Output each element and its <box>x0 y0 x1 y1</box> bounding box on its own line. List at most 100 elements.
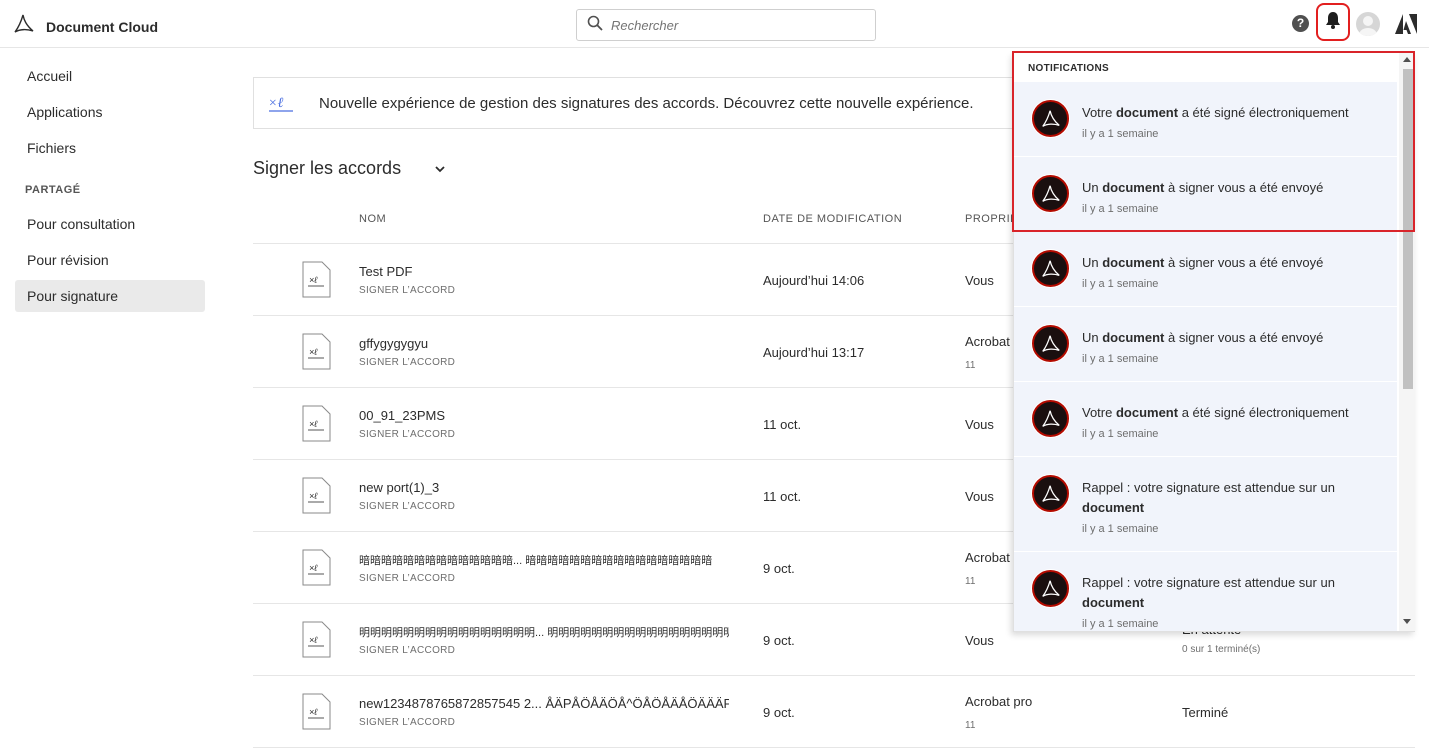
notification-text: Rappel : votre signature est attendue su… <box>1082 478 1342 518</box>
sidebar-item-accueil[interactable]: Accueil <box>15 60 205 92</box>
banner-text: Nouvelle expérience de gestion des signa… <box>319 95 974 112</box>
row-date: 9 oct. <box>763 561 795 576</box>
notification-item[interactable]: Rappel : votre signature est attendue su… <box>1014 552 1397 631</box>
column-header-date[interactable]: DATE DE MODIFICATION <box>763 213 902 225</box>
row-name: gffygygygyu <box>359 336 429 351</box>
notification-time: il y a 1 semaine <box>1082 278 1159 290</box>
row-type: SIGNER L’ACCORD <box>359 573 456 584</box>
notification-time: il y a 1 semaine <box>1082 618 1159 630</box>
svg-text:×ℓ: ×ℓ <box>309 491 317 501</box>
notification-text-post: à signer vous a été envoyé <box>1164 180 1324 195</box>
notification-text-post: à signer vous a été envoyé <box>1164 330 1324 345</box>
sign-file-icon: ×ℓ <box>302 693 331 730</box>
sign-file-icon: ×ℓ <box>302 405 331 442</box>
notification-item[interactable]: Rappel : votre signature est attendue su… <box>1014 457 1397 552</box>
acrobat-icon <box>1031 569 1070 608</box>
acrobat-icon <box>1031 324 1070 363</box>
row-type: SIGNER L’ACCORD <box>359 645 456 656</box>
notification-text-bold: document <box>1082 500 1145 515</box>
row-name: 明明明明明明明明明明明明明明明明... 明明明明明明明明明明明明明明明明明 <box>359 627 729 639</box>
row-owner-version: 11 <box>965 720 976 731</box>
notification-text-pre: Votre <box>1082 405 1116 420</box>
row-owner-version: 11 <box>965 576 976 587</box>
section-title-label: Signer les accords <box>253 158 402 178</box>
notification-text-bold: document <box>1115 105 1179 120</box>
svg-text:×ℓ: ×ℓ <box>309 635 317 645</box>
notification-item[interactable]: Un document à signer vous a été envoyé i… <box>1014 307 1397 382</box>
adobe-icon[interactable] <box>1395 14 1417 39</box>
app-logo[interactable]: Document Cloud <box>12 12 158 41</box>
info-banner[interactable]: ×ℓ Nouvelle expérience de gestion des si… <box>253 77 1053 129</box>
scroll-down-icon[interactable] <box>1403 619 1411 624</box>
avatar-icon[interactable] <box>1356 12 1380 36</box>
notification-text-pre: Rappel : votre signature est attendue su… <box>1082 575 1335 590</box>
notification-text: Votre document a été signé électroniquem… <box>1082 103 1382 123</box>
notification-text-post: à signer vous a été envoyé <box>1164 255 1324 270</box>
row-type: SIGNER L’ACCORD <box>359 429 456 440</box>
search-box[interactable] <box>576 9 876 41</box>
sidebar-item-fichiers[interactable]: Fichiers <box>15 132 205 164</box>
scroll-thumb[interactable] <box>1403 69 1413 389</box>
acrobat-icon <box>1031 99 1070 138</box>
notification-item[interactable]: Un document à signer vous a été envoyé i… <box>1014 232 1397 307</box>
notification-text: Un document à signer vous a été envoyé <box>1082 253 1382 273</box>
row-date: Aujourd’hui 14:06 <box>763 273 865 288</box>
notification-item[interactable]: Votre document a été signé électroniquem… <box>1014 82 1397 157</box>
sign-file-icon: ×ℓ <box>302 261 331 298</box>
notification-text-pre: Rappel : votre signature est attendue su… <box>1082 480 1335 495</box>
scroll-up-icon[interactable] <box>1403 57 1411 62</box>
sidebar-item-revision[interactable]: Pour révision <box>15 244 205 276</box>
row-owner: Vous <box>965 489 994 504</box>
column-header-name[interactable]: NOM <box>359 213 386 225</box>
acrobat-logo-icon <box>12 12 36 41</box>
svg-text:×ℓ: ×ℓ <box>268 96 283 111</box>
notification-item[interactable]: Votre document a été signé électroniquem… <box>1014 382 1397 457</box>
svg-text:×ℓ: ×ℓ <box>309 275 317 285</box>
acrobat-icon <box>1031 474 1070 513</box>
notifications-scrollbar[interactable] <box>1399 53 1415 631</box>
sign-icon: ×ℓ <box>268 92 294 119</box>
sidebar-item-applications[interactable]: Applications <box>15 96 205 128</box>
notification-text: Un document à signer vous a été envoyé <box>1082 178 1382 198</box>
row-owner: Acrobat pro <box>965 694 1033 709</box>
row-date: 11 oct. <box>763 417 802 432</box>
notification-text-pre: Votre <box>1082 105 1116 120</box>
notification-text-pre: Un <box>1082 180 1103 195</box>
row-name: new port(1)_3 <box>359 480 440 495</box>
row-name: 00_91_23PMS <box>359 408 446 423</box>
search-icon <box>587 15 603 36</box>
search-input[interactable] <box>611 17 861 33</box>
svg-text:×ℓ: ×ℓ <box>309 347 317 357</box>
bell-icon <box>1325 11 1341 34</box>
help-icon[interactable]: ? <box>1292 15 1309 32</box>
chevron-down-icon[interactable] <box>433 162 447 181</box>
notification-text-bold: document <box>1082 595 1145 610</box>
row-date: 9 oct. <box>763 705 795 720</box>
notification-text-bold: document <box>1102 180 1165 195</box>
row-owner: Acrobat <box>965 550 1010 565</box>
sidebar-item-signature[interactable]: Pour signature <box>15 280 205 312</box>
notification-text-pre: Un <box>1082 255 1103 270</box>
row-name: Test PDF <box>359 264 413 279</box>
acrobat-icon <box>1031 399 1070 438</box>
row-owner: Vous <box>965 417 994 432</box>
notification-item[interactable]: Un document à signer vous a été envoyé i… <box>1014 157 1397 232</box>
row-owner-version: 11 <box>965 360 976 371</box>
row-owner: Vous <box>965 273 994 288</box>
row-date: 9 oct. <box>763 633 795 648</box>
sign-file-icon: ×ℓ <box>302 477 331 514</box>
table-row[interactable]: ×ℓ new1234878765872857545 2... ÅÄPÅÖÅÄÖÅ… <box>253 676 1415 748</box>
sidebar-section-label: PARTAGÉ <box>25 184 81 196</box>
notification-text-bold: document <box>1115 405 1179 420</box>
notification-time: il y a 1 semaine <box>1082 203 1159 215</box>
notification-text: Rappel : votre signature est attendue su… <box>1082 573 1342 613</box>
sign-file-icon: ×ℓ <box>302 621 331 658</box>
sidebar-item-consultation[interactable]: Pour consultation <box>15 208 205 240</box>
notifications-list: Votre document a été signé électroniquem… <box>1014 82 1397 631</box>
app-title: Document Cloud <box>46 18 158 35</box>
notifications-button[interactable] <box>1316 3 1350 41</box>
notification-time: il y a 1 semaine <box>1082 128 1159 140</box>
notification-text-bold: document <box>1102 330 1165 345</box>
section-title[interactable]: Signer les accords <box>253 158 401 179</box>
notification-time: il y a 1 semaine <box>1082 523 1159 535</box>
